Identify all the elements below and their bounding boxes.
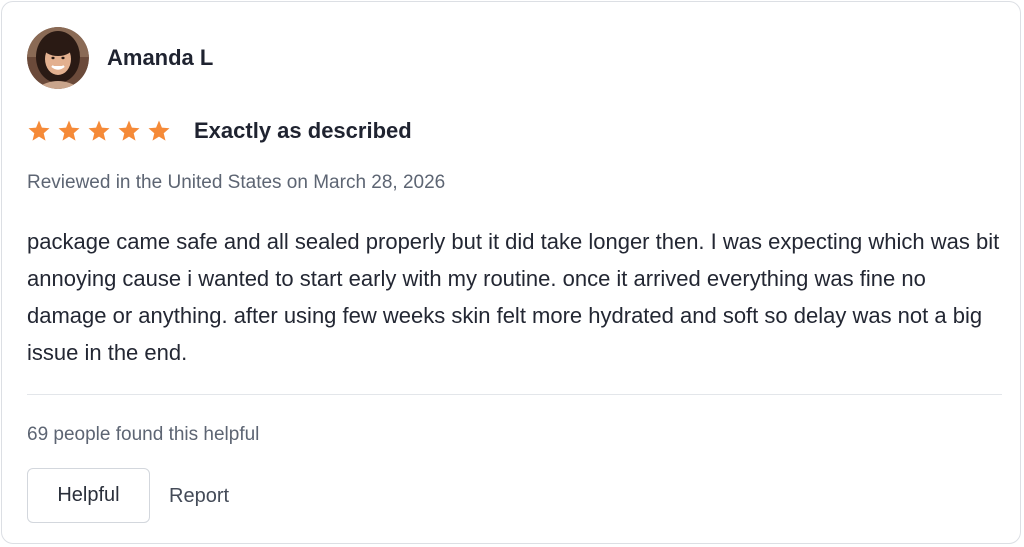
- star-icon: [148, 120, 170, 141]
- report-link[interactable]: Report: [169, 485, 229, 508]
- star-rating: [27, 119, 177, 143]
- reviewer-name: Amanda L: [107, 45, 214, 70]
- rating-row: Exactly as described: [27, 116, 412, 146]
- star-icon: [58, 120, 80, 141]
- star-icon: [88, 120, 110, 141]
- divider: [27, 394, 1002, 395]
- review-card: Amanda L Exactly as described Reviewed i…: [1, 1, 1021, 544]
- review-title: Exactly as described: [194, 118, 412, 143]
- star-icon: [28, 120, 50, 141]
- helpful-count: 69 people found this helpful: [27, 424, 260, 445]
- star-icon: [118, 120, 140, 141]
- review-meta: Reviewed in the United States on March 2…: [27, 172, 446, 193]
- review-body: package came safe and all sealed properl…: [27, 229, 1000, 365]
- reviewer-avatar: [27, 27, 89, 89]
- reviewer-info: Amanda L: [27, 27, 213, 89]
- helpful-button[interactable]: Helpful: [27, 468, 150, 523]
